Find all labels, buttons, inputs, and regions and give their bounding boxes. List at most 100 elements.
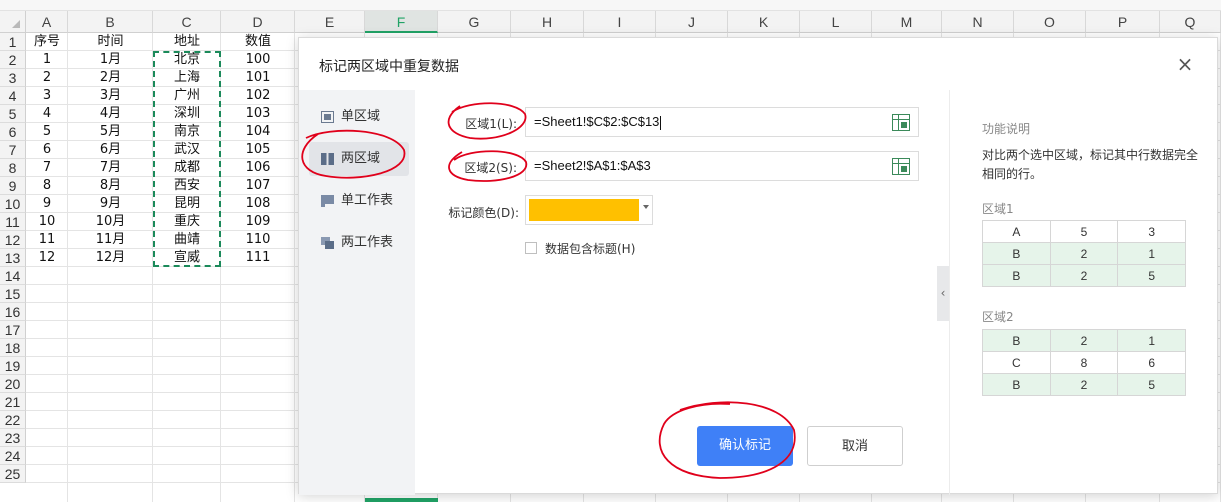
row-header[interactable]: 8	[0, 159, 26, 177]
row-header[interactable]: 10	[0, 195, 26, 213]
row-header[interactable]: 11	[0, 213, 26, 231]
mark-duplicates-dialog: 标记两区域中重复数据 × 单区域 两区域 单工作表 两工作表 区域1(L): =…	[298, 37, 1218, 495]
table-cell[interactable]: 1月	[68, 51, 153, 69]
table-cell[interactable]: 7月	[68, 159, 153, 177]
table-cell[interactable]: 6月	[68, 141, 153, 159]
cancel-button[interactable]: 取消	[807, 426, 903, 466]
sidebar-item-single-range[interactable]: 单区域	[309, 100, 409, 134]
row-header[interactable]: 7	[0, 141, 26, 159]
collapse-panel-icon[interactable]: ‹	[937, 266, 949, 321]
row-header[interactable]: 3	[0, 69, 26, 87]
table-cell[interactable]: 106	[221, 159, 295, 177]
row-header[interactable]: 13	[0, 249, 26, 267]
table-cell[interactable]: 5月	[68, 123, 153, 141]
column-header[interactable]: M	[872, 11, 942, 33]
column-header[interactable]: F	[365, 11, 438, 33]
table-cell[interactable]: 8	[26, 177, 68, 195]
table-cell[interactable]: 2月	[68, 69, 153, 87]
column-header[interactable]: D	[221, 11, 295, 33]
table-cell[interactable]: 100	[221, 51, 295, 69]
table-cell[interactable]: 4	[26, 105, 68, 123]
row-header[interactable]: 18	[0, 339, 26, 357]
sidebar-item-two-sheets[interactable]: 两工作表	[309, 226, 409, 260]
table-cell[interactable]: 10	[26, 213, 68, 231]
row-header[interactable]: 20	[0, 375, 26, 393]
column-header[interactable]: B	[68, 11, 153, 33]
range2-input[interactable]: =Sheet2!$A$1:$A$3	[525, 151, 919, 181]
row-header[interactable]: 1	[0, 33, 26, 51]
column-header[interactable]: C	[153, 11, 221, 33]
table-cell[interactable]: 9月	[68, 195, 153, 213]
table-cell[interactable]: 9	[26, 195, 68, 213]
range-picker-icon[interactable]	[892, 114, 910, 131]
row-header[interactable]: 22	[0, 411, 26, 429]
row-header[interactable]: 21	[0, 393, 26, 411]
table-cell[interactable]: 10月	[68, 213, 153, 231]
table-cell[interactable]: 105	[221, 141, 295, 159]
header-checkbox[interactable]	[525, 242, 537, 254]
column-header[interactable]: J	[656, 11, 728, 33]
table-cell[interactable]: 12月	[68, 249, 153, 267]
row-header[interactable]: 9	[0, 177, 26, 195]
table-cell[interactable]: 107	[221, 177, 295, 195]
row-header[interactable]: 5	[0, 105, 26, 123]
confirm-mark-button[interactable]: 确认标记	[697, 426, 793, 466]
row-header[interactable]: 19	[0, 357, 26, 375]
header-cell[interactable]: 地址	[153, 33, 221, 51]
header-cell[interactable]: 序号	[26, 33, 68, 51]
table-cell[interactable]: 12	[26, 249, 68, 267]
row-header[interactable]: 14	[0, 267, 26, 285]
range1-input[interactable]: =Sheet1!$C$2:$C$13	[525, 107, 919, 137]
table-cell[interactable]: 3	[26, 87, 68, 105]
table-cell[interactable]: 7	[26, 159, 68, 177]
row-header[interactable]: 17	[0, 321, 26, 339]
close-icon[interactable]: ×	[1173, 52, 1197, 76]
column-header[interactable]: A	[26, 11, 68, 33]
header-checkbox-label[interactable]: 数据包含标题(H)	[545, 240, 635, 257]
table-cell[interactable]: 103	[221, 105, 295, 123]
table-cell[interactable]: 2	[26, 69, 68, 87]
range-picker-icon[interactable]	[892, 158, 910, 175]
column-header[interactable]: P	[1086, 11, 1160, 33]
column-header[interactable]: O	[1014, 11, 1086, 33]
column-header[interactable]: E	[295, 11, 365, 33]
mark-color-select[interactable]	[525, 195, 653, 225]
table-cell[interactable]: 4月	[68, 105, 153, 123]
table-cell[interactable]: 11月	[68, 231, 153, 249]
table-cell[interactable]: 8月	[68, 177, 153, 195]
row-header[interactable]: 6	[0, 123, 26, 141]
table-cell[interactable]: 108	[221, 195, 295, 213]
table-cell[interactable]: 110	[221, 231, 295, 249]
active-column-indicator	[365, 498, 438, 502]
row-header[interactable]: 2	[0, 51, 26, 69]
column-header[interactable]: L	[800, 11, 872, 33]
row-header[interactable]: 4	[0, 87, 26, 105]
table-cell[interactable]: 11	[26, 231, 68, 249]
sidebar-item-two-ranges[interactable]: 两区域	[309, 142, 409, 176]
header-cell[interactable]: 数值	[221, 33, 295, 51]
header-cell[interactable]: 时间	[68, 33, 153, 51]
table-cell[interactable]: 5	[26, 123, 68, 141]
select-all-corner[interactable]	[0, 11, 26, 33]
column-header[interactable]: H	[511, 11, 584, 33]
table-cell[interactable]: 104	[221, 123, 295, 141]
column-header[interactable]: N	[942, 11, 1014, 33]
row-header[interactable]: 16	[0, 303, 26, 321]
row-header[interactable]: 15	[0, 285, 26, 303]
table-cell[interactable]: 111	[221, 249, 295, 267]
table-cell[interactable]: 109	[221, 213, 295, 231]
row-header[interactable]: 23	[0, 429, 26, 447]
table-cell[interactable]: 101	[221, 69, 295, 87]
column-header[interactable]: K	[728, 11, 800, 33]
table-cell[interactable]: 3月	[68, 87, 153, 105]
table-cell[interactable]: 1	[26, 51, 68, 69]
column-header[interactable]: Q	[1160, 11, 1221, 33]
column-header[interactable]: I	[584, 11, 656, 33]
row-header[interactable]: 25	[0, 465, 26, 483]
row-header[interactable]: 24	[0, 447, 26, 465]
table-cell[interactable]: 102	[221, 87, 295, 105]
sidebar-item-single-sheet[interactable]: 单工作表	[309, 184, 409, 218]
row-header[interactable]: 12	[0, 231, 26, 249]
table-cell[interactable]: 6	[26, 141, 68, 159]
column-header[interactable]: G	[438, 11, 511, 33]
